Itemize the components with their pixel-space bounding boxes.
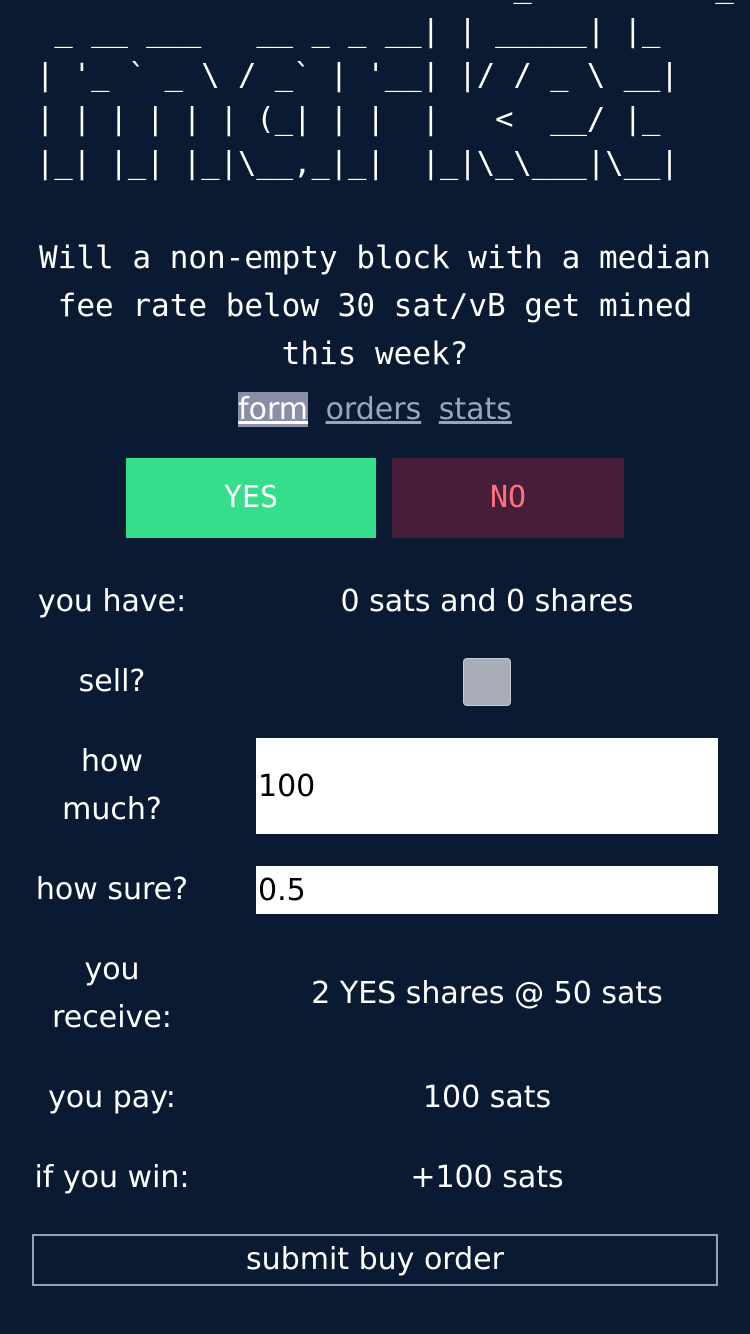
yes-button[interactable]: YES bbox=[126, 458, 376, 538]
you-have-label: you have: bbox=[37, 584, 187, 619]
sell-checkbox[interactable] bbox=[463, 658, 511, 706]
how-sure-input[interactable] bbox=[256, 866, 718, 914]
you-receive-label: you receive: bbox=[52, 952, 172, 1035]
you-have-value: 0 sats and 0 shares bbox=[340, 584, 634, 619]
ascii-logo: _ _ _ __ ___ __ _ _ __| | _____| |_ | '_… bbox=[36, 0, 734, 181]
if-you-win-value: +100 sats bbox=[410, 1160, 564, 1195]
you-pay-label: you pay: bbox=[48, 1080, 176, 1115]
you-pay-value: 100 sats bbox=[422, 1080, 552, 1115]
tab-orders[interactable]: orders bbox=[326, 392, 422, 427]
how-much-label: how much? bbox=[32, 738, 192, 834]
sell-label: sell? bbox=[78, 664, 146, 699]
how-much-input[interactable] bbox=[256, 738, 718, 834]
if-you-win-label: if you win: bbox=[34, 1160, 190, 1195]
submit-buy-order-button[interactable]: submit buy order bbox=[32, 1234, 718, 1286]
market-question: Will a non-empty block with a median fee… bbox=[39, 240, 711, 372]
how-sure-label: how sure? bbox=[35, 872, 189, 907]
tab-stats[interactable]: stats bbox=[439, 392, 512, 427]
no-button[interactable]: NO bbox=[392, 458, 624, 538]
tab-bar: form orders stats bbox=[0, 386, 750, 434]
you-receive-value: 2 YES shares @ 50 sats bbox=[311, 976, 663, 1011]
tab-form[interactable]: form bbox=[238, 392, 309, 427]
how-much-label-text: how much? bbox=[62, 744, 162, 827]
